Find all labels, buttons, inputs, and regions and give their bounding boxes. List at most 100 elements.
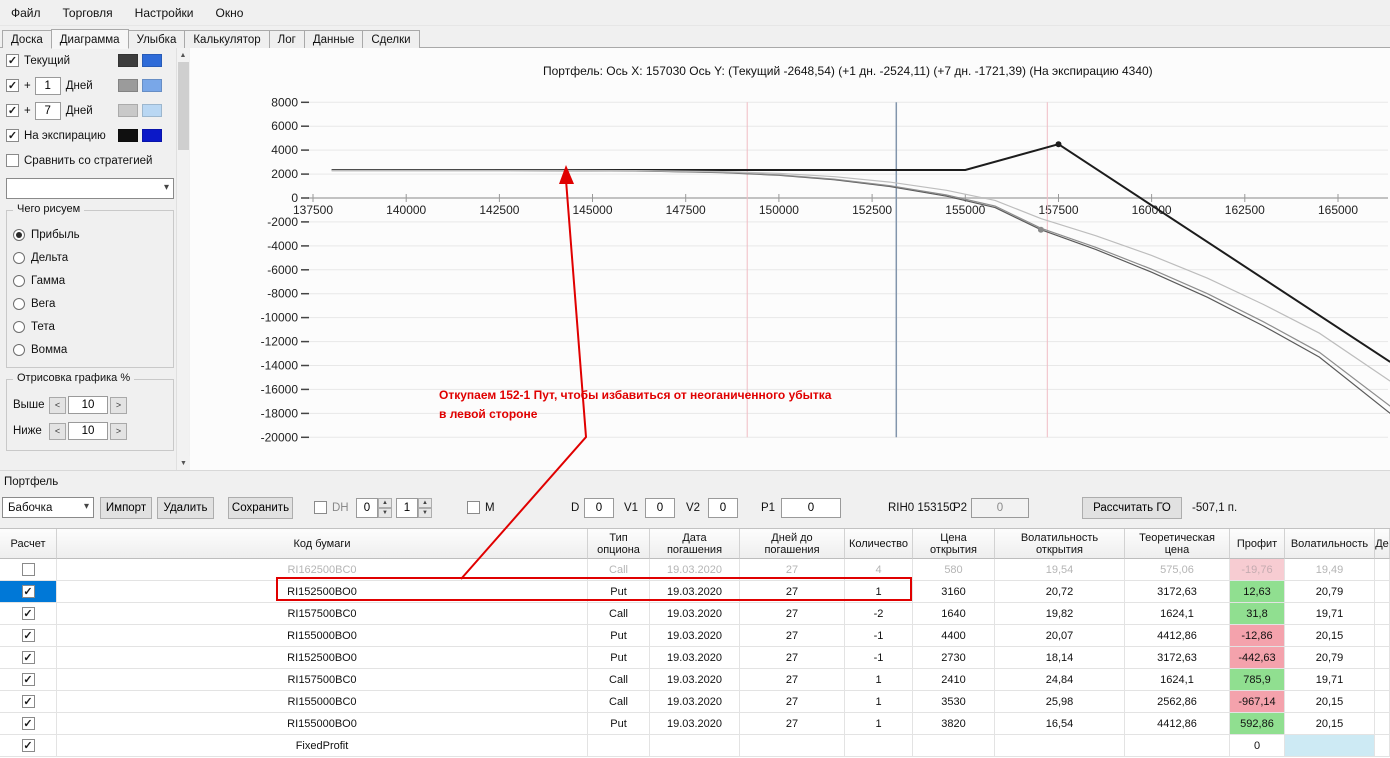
dh-spinner-1[interactable]: ▲▼ [356,498,392,518]
column-header[interactable]: Цена открытия [913,529,995,559]
cell-calc-checkbox[interactable] [0,581,57,602]
delete-button[interactable]: Удалить [157,497,214,519]
table-row[interactable]: RI152500BO0Put19.03.202027-1273018,14317… [0,647,1390,669]
menu-item-настройки[interactable]: Настройки [124,1,205,25]
cell-calc-checkbox[interactable] [0,735,57,756]
toggle-compare-strategy[interactable]: Сравнить со стратегией [0,148,190,173]
plus7-days-input[interactable] [34,101,61,120]
import-button[interactable]: Импорт [100,497,152,519]
plus1-color-swatch-1[interactable] [118,79,138,92]
plus1-days-input[interactable] [34,76,61,95]
current-checkbox[interactable] [6,54,19,67]
save-button[interactable]: Сохранить [228,497,293,519]
toggle-expiration[interactable]: На экспирацию [0,123,190,148]
tab-данные[interactable]: Данные [303,30,364,48]
draw-option-тета[interactable]: Тета [13,315,167,338]
row-checkbox[interactable] [21,563,35,576]
menu-item-торговля[interactable]: Торговля [52,1,124,25]
m-checkbox[interactable] [467,501,480,514]
scale-below-increase-button[interactable]: > [110,422,127,440]
row-checkbox[interactable] [21,585,35,598]
radio-icon[interactable] [13,297,25,310]
strategy-dropdown[interactable]: Бабочка ▾ [2,497,94,518]
menu-item-окно[interactable]: Окно [205,1,255,25]
cell-calc-checkbox[interactable] [0,713,57,734]
dh-checkbox[interactable] [314,501,327,514]
scale-above-input[interactable] [68,396,108,414]
dh-spinner-2-input[interactable] [396,498,418,518]
row-checkbox[interactable] [21,739,35,752]
expiration-checkbox[interactable] [6,129,19,142]
table-row[interactable]: RI155000BC0Call19.03.2020271353025,98256… [0,691,1390,713]
scale-below-decrease-button[interactable]: < [49,422,66,440]
scale-above-decrease-button[interactable]: < [49,396,66,414]
scroll-up-icon[interactable]: ▲ [177,48,189,62]
cell-calc-checkbox[interactable] [0,691,57,712]
row-checkbox[interactable] [21,695,35,708]
row-checkbox[interactable] [21,651,35,664]
radio-icon[interactable] [13,343,25,356]
v1-input[interactable] [645,498,675,518]
v2-input[interactable] [708,498,738,518]
current-color-swatch-2[interactable] [142,54,162,67]
tab-сделки[interactable]: Сделки [362,30,420,48]
radio-icon[interactable] [13,251,25,264]
spinner-arrows-icon[interactable]: ▲ ▼ [418,498,432,518]
column-header[interactable]: Дата погашения [650,529,740,559]
column-header[interactable]: Тип опциона [588,529,650,559]
radio-icon[interactable] [13,274,25,287]
dh-spinner-1-input[interactable] [356,498,378,518]
table-row[interactable]: RI162500BC0 Call 19.03.2020 27 4 580 19,54 575,… [0,559,1390,581]
tab-лог[interactable]: Лог [268,30,305,48]
toggle-current[interactable]: Текущий [0,48,190,73]
row-checkbox[interactable] [21,717,35,730]
cell-calc-checkbox[interactable] [0,669,57,690]
spinner-arrows-icon[interactable]: ▲ ▼ [378,498,392,518]
calculate-margin-button[interactable]: Рассчитать ГО [1082,497,1182,519]
row-checkbox[interactable] [21,673,35,686]
radio-icon[interactable] [13,320,25,333]
column-header[interactable]: Расчет [0,529,57,559]
cell-calc-checkbox[interactable] [0,647,57,668]
tab-калькулятор[interactable]: Калькулятор [184,30,270,48]
draw-option-вега[interactable]: Вега [13,292,167,315]
toggle-plus7days[interactable]: + Дней [0,98,190,123]
column-header[interactable]: Волатильность [1285,529,1375,559]
table-row[interactable]: RI155000BO0Put19.03.2020271382016,544412… [0,713,1390,735]
table-row[interactable]: RI157500BC0Call19.03.202027-2164019,8216… [0,603,1390,625]
scroll-down-icon[interactable]: ▼ [177,456,190,470]
d-input[interactable] [584,498,614,518]
draw-option-дельта[interactable]: Дельта [13,246,167,269]
p1-input[interactable] [781,498,841,518]
draw-option-прибыль[interactable]: Прибыль [13,223,167,246]
p2-input[interactable] [971,498,1029,518]
column-header[interactable]: Количество [845,529,913,559]
panel-scrollbar[interactable]: ▲ ▼ [176,48,190,470]
toggle-plus1day[interactable]: + Дней [0,73,190,98]
column-header[interactable]: Код бумаги [57,529,588,559]
plus7-checkbox[interactable] [6,104,19,117]
menu-item-файл[interactable]: Файл [0,1,52,25]
scrollbar-thumb[interactable] [178,62,189,150]
compare-checkbox[interactable] [6,154,19,167]
payoff-chart[interactable]: 80006000400020000-2000-4000-6000-8000-10… [190,78,1390,470]
dh-spinner-2[interactable]: ▲▼ [396,498,432,518]
row-checkbox[interactable] [21,607,35,620]
scale-below-input[interactable] [68,422,108,440]
expiration-color-swatch-2[interactable] [142,129,162,142]
expiration-color-swatch-1[interactable] [118,129,138,142]
column-header[interactable]: Волатильность открытия [995,529,1125,559]
table-row[interactable]: RI155000BO0Put19.03.202027-1440020,07441… [0,625,1390,647]
strategy-compare-dropdown[interactable]: ▾ [6,178,174,199]
column-header[interactable]: Де [1375,529,1390,559]
plus1-checkbox[interactable] [6,79,19,92]
column-header[interactable]: Профит [1230,529,1285,559]
current-color-swatch-1[interactable] [118,54,138,67]
table-row[interactable]: RI152500BO0Put19.03.2020271316020,723172… [0,581,1390,603]
tab-диаграмма[interactable]: Диаграмма [50,29,129,49]
cell-calc-checkbox[interactable] [0,625,57,646]
row-checkbox[interactable] [21,629,35,642]
column-header[interactable]: Теоретическая цена [1125,529,1230,559]
tab-доска[interactable]: Доска [2,30,52,48]
cell-calc-checkbox[interactable] [0,603,57,624]
